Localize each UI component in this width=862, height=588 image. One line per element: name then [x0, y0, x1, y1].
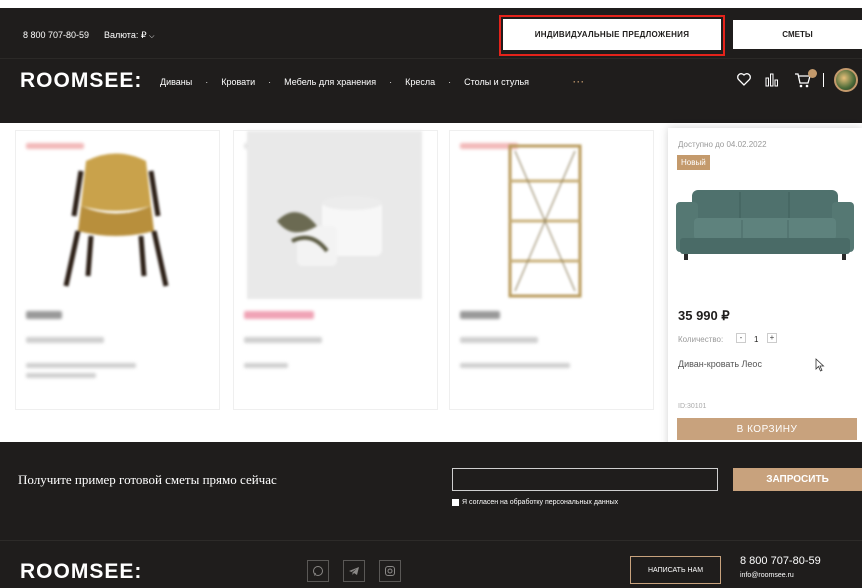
nav-separator: ·	[205, 77, 209, 87]
product-image	[247, 131, 422, 299]
product-image	[508, 144, 582, 298]
card-name	[26, 363, 136, 368]
mouse-cursor-icon	[815, 358, 825, 377]
footer-phone[interactable]: 8 800 707-80-59	[740, 555, 821, 567]
header-phone[interactable]: 8 800 707-80-59	[23, 30, 89, 40]
card-qty	[460, 337, 538, 343]
contact-input[interactable]	[452, 468, 718, 491]
nav-item-armchairs[interactable]: Кресла	[405, 77, 435, 87]
highlight-outline	[499, 15, 725, 56]
avatar[interactable]	[834, 68, 858, 92]
product-card[interactable]	[449, 130, 654, 410]
nav-item-beds[interactable]: Кровати	[221, 77, 255, 87]
card-name	[26, 373, 96, 378]
card-qty	[244, 337, 322, 343]
telegram-icon[interactable]	[343, 560, 365, 582]
cta-heading: Получите пример готовой сметы прямо сейч…	[18, 472, 277, 487]
cart-badge	[808, 69, 817, 78]
nav-item-tables-chairs[interactable]: Столы и стулья	[464, 77, 529, 87]
card-name	[460, 363, 570, 368]
nav-item-storage[interactable]: Мебель для хранения	[284, 77, 376, 87]
logo[interactable]: ROOMSEE:	[20, 69, 142, 93]
nav-separator: ·	[268, 77, 272, 87]
footer-email[interactable]: info@roomsee.ru	[740, 572, 794, 579]
consent-checkbox[interactable]: Я согласен на обработку персональных дан…	[452, 499, 618, 506]
add-to-cart-button[interactable]: В КОРЗИНУ	[677, 418, 857, 440]
quantity-label: Количество:	[678, 335, 724, 344]
footer-divider	[0, 540, 862, 541]
card-price	[244, 311, 314, 319]
card-price	[460, 311, 500, 319]
featured-product-card[interactable]: Доступно до 04.02.2022 Новый 35 990 ₽ Ко…	[668, 128, 862, 450]
product-image	[63, 153, 169, 287]
stats-icon[interactable]	[764, 71, 780, 92]
nav-item-sofas[interactable]: Диваны	[160, 77, 192, 87]
nav-separator: ·	[389, 77, 393, 87]
card-price	[26, 311, 62, 319]
estimates-button[interactable]: СМЕТЫ	[733, 20, 862, 49]
nav-separator: ·	[448, 77, 452, 87]
header-divider-vertical	[823, 73, 824, 87]
quantity-decrease-button[interactable]: -	[736, 333, 746, 343]
consent-label: Я согласен на обработку персональных дан…	[462, 499, 619, 506]
product-price: 35 990 ₽	[678, 308, 730, 323]
write-us-button[interactable]: НАПИСАТЬ НАМ	[630, 556, 721, 584]
chevron-down-icon: ⌵	[149, 33, 155, 40]
product-id: ID:30101	[678, 403, 707, 410]
product-card[interactable]	[15, 130, 220, 410]
footer-logo[interactable]: ROOMSEE:	[20, 560, 142, 584]
availability-date: Доступно до 04.02.2022	[678, 140, 767, 149]
page: 8 800 707-80-59 Валюта: ₽ ⌵ ИНДИВИДУАЛЬН…	[0, 0, 862, 588]
quantity-increase-button[interactable]: +	[767, 333, 777, 343]
instagram-icon[interactable]	[379, 560, 401, 582]
card-name	[244, 363, 288, 368]
nav-more-button[interactable]: ···	[573, 77, 585, 87]
request-button[interactable]: ЗАПРОСИТЬ	[733, 468, 862, 491]
whatsapp-icon[interactable]	[307, 560, 329, 582]
quantity-value[interactable]: 1	[754, 335, 758, 344]
main-nav: Диваны · Кровати · Мебель для хранения ·…	[160, 75, 585, 89]
checkbox-icon[interactable]	[452, 499, 459, 506]
card-qty	[26, 337, 104, 343]
new-badge: Новый	[677, 155, 710, 170]
product-name[interactable]: Диван-кровать Леос	[678, 359, 762, 369]
header-divider	[0, 58, 862, 59]
footer: Получите пример готовой сметы прямо сейч…	[0, 442, 862, 588]
product-card[interactable]	[233, 130, 438, 410]
currency-label: Валюта: ₽	[104, 30, 147, 40]
heart-icon[interactable]	[736, 71, 752, 92]
currency-selector[interactable]: Валюта: ₽ ⌵	[104, 30, 154, 41]
product-image	[676, 190, 854, 260]
